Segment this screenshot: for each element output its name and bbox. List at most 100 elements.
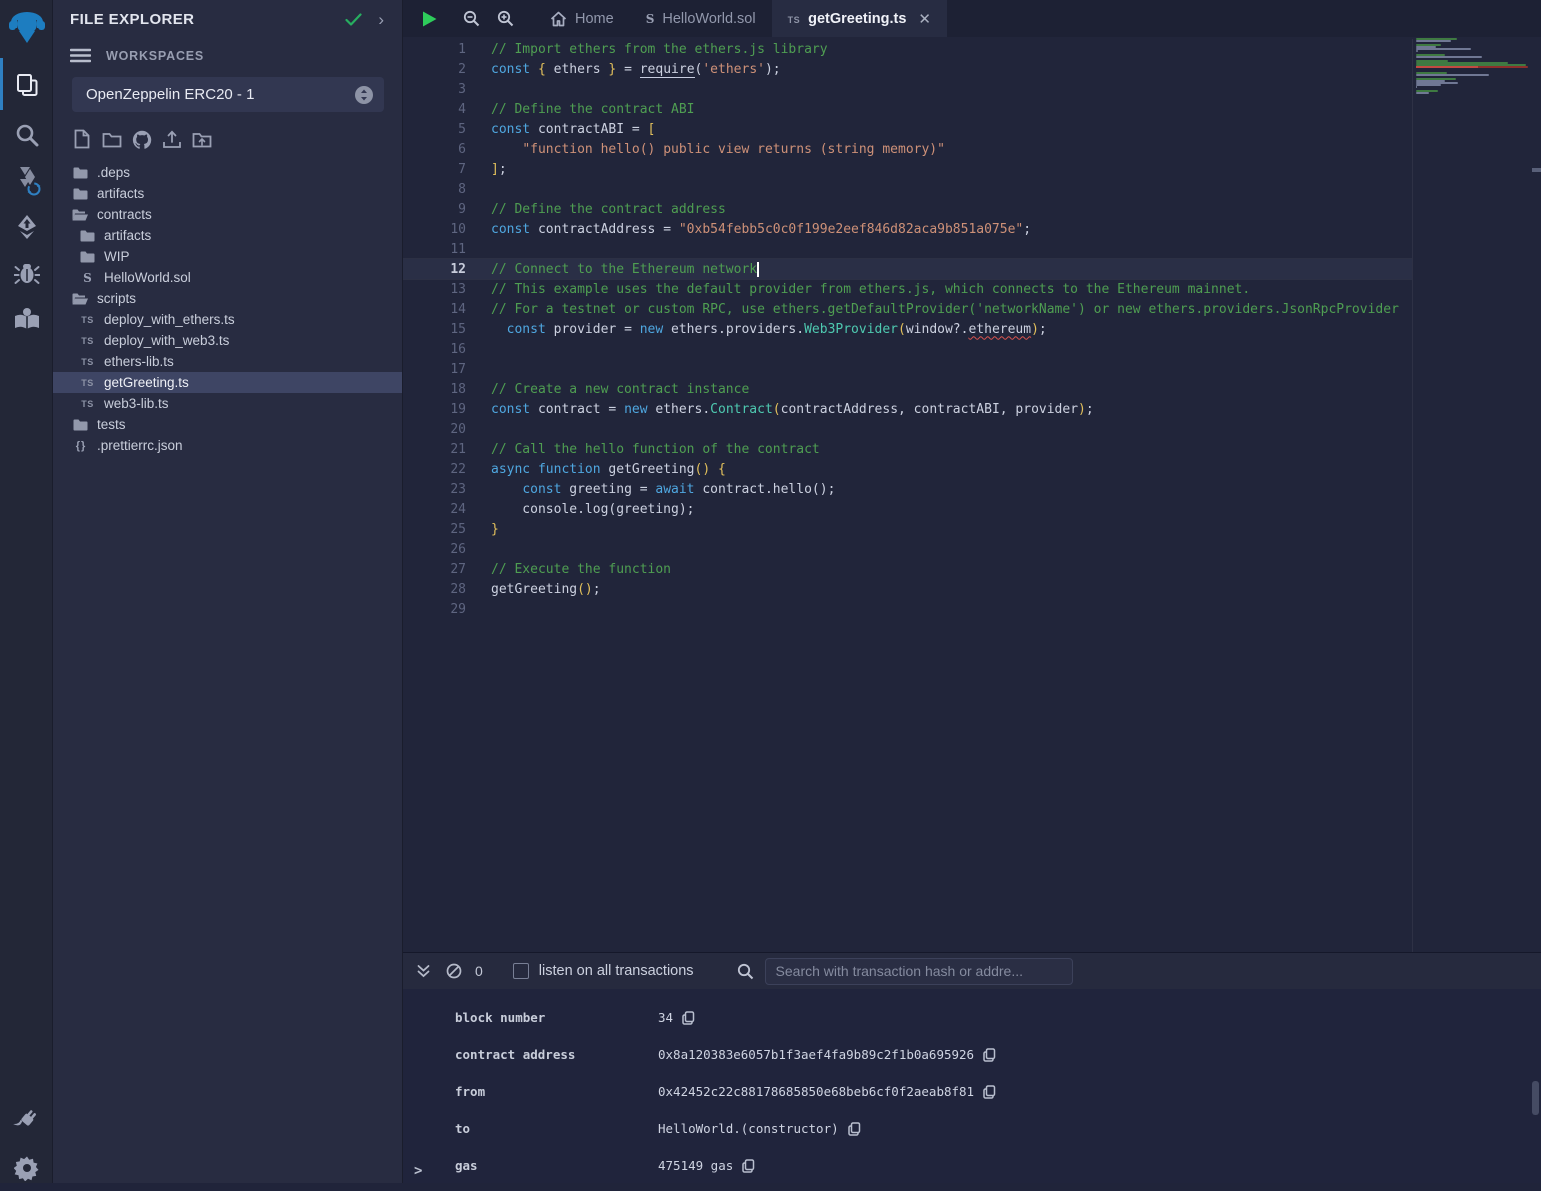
tree-item--deps[interactable]: .deps bbox=[53, 162, 402, 183]
line-number: 24 bbox=[403, 502, 466, 517]
terminal-prompt[interactable]: > bbox=[414, 1163, 422, 1179]
line-text: // Create a new contract instance bbox=[491, 382, 749, 397]
tree-item-deploy-with-ethers-ts[interactable]: TS deploy_with_ethers.ts bbox=[53, 309, 402, 330]
close-tab-icon[interactable]: ✕ bbox=[918, 10, 931, 28]
remix-logo[interactable] bbox=[0, 6, 53, 52]
copy-icon[interactable] bbox=[983, 1085, 996, 1099]
trx-row-block-number: block number34 bbox=[403, 999, 1541, 1036]
line-text: // Define the contract address bbox=[491, 202, 726, 217]
tree-item--prettierrc-json[interactable]: { }.prettierrc.json bbox=[53, 435, 402, 456]
clear-console-icon[interactable] bbox=[446, 963, 462, 979]
trx-label: to bbox=[455, 1121, 658, 1136]
new-folder-icon[interactable] bbox=[102, 129, 122, 149]
code-line-4: 4// Define the contract ABI bbox=[403, 99, 1412, 119]
deploy-run-icon[interactable] bbox=[0, 204, 53, 250]
tree-item-tests[interactable]: tests bbox=[53, 414, 402, 435]
tree-item-contracts[interactable]: contracts bbox=[53, 204, 402, 225]
settings-icon[interactable] bbox=[0, 1145, 53, 1191]
line-number: 16 bbox=[403, 342, 466, 357]
minimap-line bbox=[1416, 84, 1441, 86]
listen-transactions-checkbox[interactable] bbox=[513, 963, 529, 979]
minimap-line bbox=[1416, 74, 1489, 76]
workspaces-label: WORKSPACES bbox=[106, 49, 204, 63]
code-editor[interactable]: 1// Import ethers from the ethers.js lib… bbox=[403, 37, 1541, 952]
github-icon[interactable] bbox=[132, 129, 152, 149]
file-explorer-icon[interactable] bbox=[0, 62, 53, 108]
line-number: 12 bbox=[403, 262, 466, 277]
copy-icon[interactable] bbox=[848, 1122, 861, 1136]
line-number: 5 bbox=[403, 122, 466, 137]
line-number: 27 bbox=[403, 562, 466, 577]
tab-getgreeting-ts[interactable]: TSgetGreeting.ts✕ bbox=[772, 0, 947, 37]
tree-item-deploy-with-web3-ts[interactable]: TSdeploy_with_web3.ts bbox=[53, 330, 402, 351]
collapse-panel-icon[interactable]: › bbox=[378, 11, 384, 28]
upload-folder-icon[interactable] bbox=[192, 129, 212, 149]
file-explorer-panel: FILE EXPLORER › WORKSPACES OpenZeppelin … bbox=[53, 0, 403, 1183]
copy-icon[interactable] bbox=[742, 1159, 755, 1173]
plugin-manager-icon[interactable] bbox=[0, 1097, 53, 1143]
minimap[interactable] bbox=[1416, 38, 1528, 96]
tree-item-label: deploy_with_web3.ts bbox=[104, 333, 229, 348]
workspace-select[interactable]: OpenZeppelin ERC20 - 1 bbox=[72, 77, 384, 112]
listen-transactions-label[interactable]: listen on all transactions bbox=[539, 963, 694, 979]
tree-item-helloworld-sol[interactable]: SHelloWorld.sol bbox=[53, 267, 402, 288]
tree-item-wip[interactable]: WIP bbox=[53, 246, 402, 267]
upload-file-icon[interactable] bbox=[162, 129, 182, 149]
terminal-scrollbar[interactable] bbox=[1532, 1081, 1539, 1115]
ts-icon: TS bbox=[79, 315, 96, 325]
tree-item-artifacts[interactable]: artifacts bbox=[53, 183, 402, 204]
tree-item-getgreeting-ts[interactable]: TSgetGreeting.ts bbox=[53, 372, 402, 393]
code-line-11: 11 bbox=[403, 239, 1412, 259]
trx-label: block number bbox=[455, 1010, 658, 1025]
folder-icon bbox=[79, 251, 96, 263]
tree-item-scripts[interactable]: scripts bbox=[53, 288, 402, 309]
search-icon[interactable] bbox=[0, 112, 53, 158]
line-text: const greeting = await contract.hello(); bbox=[491, 482, 835, 497]
folder-icon bbox=[72, 167, 89, 179]
ts-icon: TS bbox=[788, 11, 801, 27]
line-text: "function hello() public view returns (s… bbox=[491, 142, 945, 157]
line-number: 2 bbox=[403, 62, 466, 77]
code-line-2: 2 const { ethers } = require('ethers'); bbox=[403, 59, 1412, 79]
hamburger-menu-icon[interactable] bbox=[70, 48, 91, 63]
solidity-compiler-icon[interactable] bbox=[0, 158, 53, 204]
code-line-29: 29 bbox=[403, 599, 1412, 619]
check-icon bbox=[345, 13, 362, 26]
code-line-28: 28getGreeting(); bbox=[403, 579, 1412, 599]
line-text: // Import ethers from the ethers.js libr… bbox=[491, 42, 828, 57]
line-text: const { ethers } = require('ethers'); bbox=[491, 62, 781, 77]
workspaces-row: WORKSPACES bbox=[70, 48, 402, 63]
line-text: console.log(greeting); bbox=[491, 502, 695, 517]
learneth-icon[interactable] bbox=[0, 296, 53, 342]
tree-item-label: deploy_with_ethers.ts bbox=[104, 312, 235, 327]
terminal-search-input[interactable] bbox=[765, 958, 1073, 985]
new-file-icon[interactable] bbox=[72, 129, 92, 149]
tab-label: HelloWorld.sol bbox=[662, 11, 755, 27]
line-number: 15 bbox=[403, 322, 466, 337]
tab-helloworld-sol[interactable]: SHelloWorld.sol bbox=[630, 0, 772, 37]
zoom-in-icon[interactable] bbox=[492, 6, 518, 32]
line-number: 23 bbox=[403, 482, 466, 497]
copy-icon[interactable] bbox=[983, 1048, 996, 1062]
debugger-icon[interactable] bbox=[0, 250, 53, 296]
activity-bar bbox=[0, 0, 53, 1183]
tab-home[interactable]: Home bbox=[534, 0, 630, 37]
file-tree: .depsartifactscontractsartifactsWIPSHell… bbox=[53, 162, 402, 456]
line-number: 7 bbox=[403, 162, 466, 177]
tree-item-label: tests bbox=[97, 417, 126, 432]
sol-icon: S bbox=[79, 271, 96, 285]
editor-scrollbar-mark[interactable] bbox=[1532, 168, 1541, 172]
code-line-17: 17 bbox=[403, 359, 1412, 379]
workspace-sort-icon[interactable] bbox=[354, 85, 374, 105]
tree-item-web3-lib-ts[interactable]: TSweb3-lib.ts bbox=[53, 393, 402, 414]
trx-row-contract-address: contract address0x8a120383e6057b1f3aef4f… bbox=[403, 1036, 1541, 1073]
trx-row-to: toHelloWorld.(constructor) bbox=[403, 1110, 1541, 1147]
run-script-button[interactable] bbox=[416, 6, 442, 32]
zoom-out-icon[interactable] bbox=[458, 6, 484, 32]
line-number: 26 bbox=[403, 542, 466, 557]
copy-icon[interactable] bbox=[682, 1011, 695, 1025]
tree-item-artifacts[interactable]: artifacts bbox=[53, 225, 402, 246]
tree-item-ethers-lib-ts[interactable]: TSethers-lib.ts bbox=[53, 351, 402, 372]
ts-icon: TS bbox=[79, 399, 96, 409]
expand-terminal-icon[interactable] bbox=[416, 964, 431, 978]
